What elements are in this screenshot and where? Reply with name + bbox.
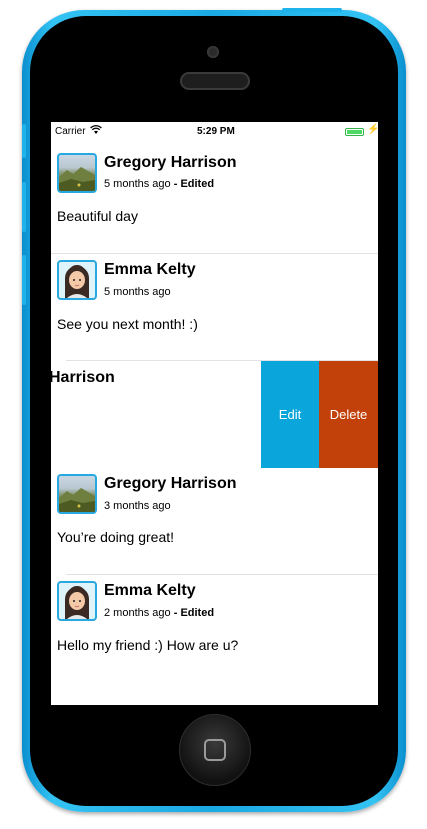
author-name: Gregory Harrison (104, 475, 237, 492)
woman-avatar (57, 581, 97, 621)
edited-label: - Edited (173, 607, 215, 619)
post-meta: 5 months ago (104, 286, 171, 298)
battery-icon (345, 128, 364, 136)
post-text: Beautiful day (57, 208, 138, 224)
edited-label: - Edited (173, 178, 215, 190)
wifi-icon (90, 125, 102, 138)
volume-down-button (22, 255, 26, 305)
landscape-avatar (57, 474, 97, 514)
home-button[interactable] (179, 714, 251, 786)
mute-switch (22, 124, 26, 158)
post-cell[interactable]: Emma Kelty 5 months ago See you next mon… (51, 254, 378, 360)
post-text: Hello my friend :) How are u? (57, 637, 239, 653)
swiped-post-cell[interactable]: Harrison Edit Delete (51, 361, 378, 468)
home-square-icon (204, 739, 226, 761)
author-name: Emma Kelty (104, 261, 196, 278)
power-button (282, 8, 342, 12)
post-cell[interactable]: Emma Kelty 2 months ago - Edited Hello m… (51, 575, 378, 705)
earpiece-speaker (180, 72, 250, 90)
app-screen: Carrier 5:29 PM ⚡ Gregory Harrison 5 mon… (51, 122, 378, 705)
status-time: 5:29 PM (197, 126, 235, 137)
carrier-label: Carrier (55, 126, 86, 137)
front-camera (207, 46, 219, 58)
edit-button[interactable]: Edit (261, 361, 319, 468)
post-time: 5 months ago (104, 178, 171, 190)
post-cell[interactable]: Gregory Harrison 5 months ago - Edited B… (51, 142, 378, 253)
post-meta: 3 months ago (104, 500, 171, 512)
post-meta: 5 months ago - Edited (104, 178, 214, 190)
author-name: Emma Kelty (104, 582, 196, 599)
post-text: See you next month! :) (57, 316, 198, 332)
landscape-avatar (57, 153, 97, 193)
post-cell[interactable]: Gregory Harrison 3 months ago You’re doi… (51, 468, 378, 574)
post-time: 2 months ago (104, 607, 171, 619)
author-name: Gregory Harrison (104, 154, 237, 171)
charging-icon: ⚡ (367, 124, 378, 135)
delete-button[interactable]: Delete (319, 361, 378, 468)
woman-avatar (57, 260, 97, 300)
post-text: You’re doing great! (57, 529, 175, 545)
status-bar: Carrier 5:29 PM ⚡ (51, 122, 378, 142)
volume-up-button (22, 182, 26, 232)
post-meta: 2 months ago - Edited (104, 607, 214, 619)
author-name: Harrison (51, 369, 115, 386)
post-time: 5 months ago (104, 286, 171, 298)
post-time: 3 months ago (104, 500, 171, 512)
